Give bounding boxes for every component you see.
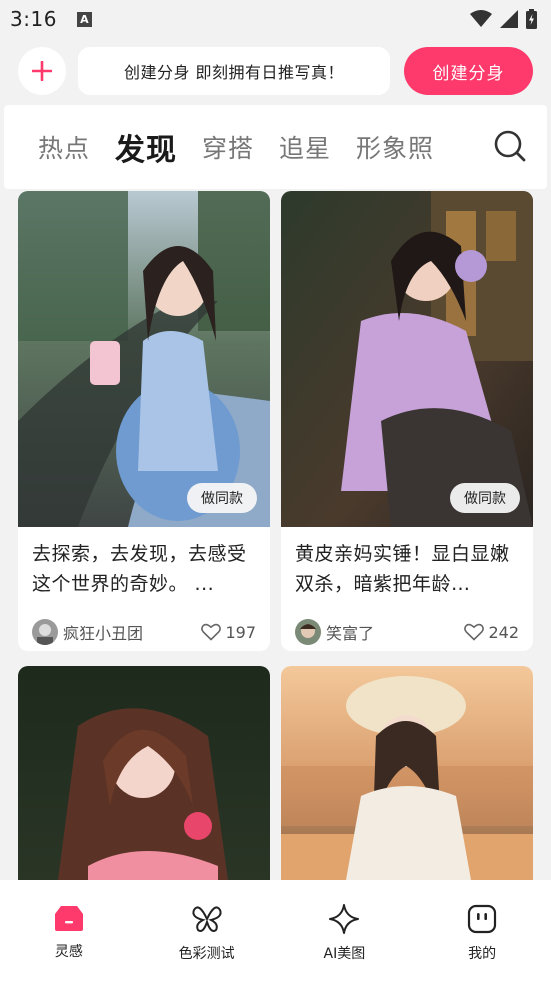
tab-outfit[interactable]: 穿搭: [202, 129, 254, 165]
tab-portrait[interactable]: 形象照: [356, 129, 434, 165]
like-button[interactable]: 197: [201, 623, 256, 642]
search-button[interactable]: [493, 129, 527, 167]
bottom-navigation: 灵感 色彩测试 AI美图 我的: [0, 880, 551, 981]
wifi-icon: [470, 10, 492, 27]
plus-icon: [32, 61, 52, 81]
post-title: 黄皮亲妈实锤！显白显嫩双杀，暗紫把年龄…: [295, 543, 510, 595]
author-name[interactable]: 笑富了: [326, 620, 374, 644]
post-photo[interactable]: 做同款: [18, 191, 270, 527]
post-photo[interactable]: [18, 666, 270, 880]
add-button[interactable]: [18, 47, 66, 95]
like-button[interactable]: 242: [464, 623, 519, 642]
tab-hot[interactable]: 热点: [38, 129, 90, 165]
nav-ai-beauty[interactable]: AI美图: [276, 880, 414, 981]
post-footer: 疯狂小丑团 197: [18, 603, 270, 651]
post-footer: 笑富了 242: [281, 603, 533, 651]
avatar[interactable]: [295, 619, 321, 645]
make-same-button[interactable]: 做同款: [450, 483, 520, 513]
tab-celebrity[interactable]: 追星: [279, 129, 331, 165]
nav-profile[interactable]: 我的: [413, 880, 551, 981]
post-photo[interactable]: [281, 666, 533, 880]
tab-discover[interactable]: 发现: [115, 125, 177, 169]
nav-label: 色彩测试: [178, 946, 235, 962]
status-icons: [470, 9, 537, 29]
author-name[interactable]: 疯狂小丑团: [63, 620, 143, 644]
make-same-button[interactable]: 做同款: [187, 483, 257, 513]
feed-card[interactable]: [281, 666, 533, 880]
profile-icon: [468, 904, 497, 934]
search-icon: [494, 130, 526, 162]
butterfly-icon: [192, 906, 222, 932]
nav-label: 我的: [468, 946, 497, 962]
like-count: 242: [488, 622, 519, 642]
notification-icon: A: [76, 11, 92, 27]
nav-label: AI美图: [323, 946, 366, 962]
create-avatar-button[interactable]: 创建分身: [404, 47, 533, 95]
nav-inspiration[interactable]: 灵感: [0, 880, 138, 981]
feed-card[interactable]: 做同款 黄皮亲妈实锤！显白显嫩双杀，暗紫把年龄… 笑富了 242: [281, 191, 533, 651]
category-tabs: 热点 发现 穿搭 追星 形象照: [4, 105, 547, 189]
heart-icon: [464, 623, 485, 641]
inspiration-icon: [54, 906, 83, 931]
nav-color-test[interactable]: 色彩测试: [138, 880, 276, 981]
nav-label: 灵感: [54, 944, 83, 960]
feed-card[interactable]: [18, 666, 270, 880]
promo-banner[interactable]: 创建分身 即刻拥有日推写真！: [78, 47, 390, 95]
battery-icon: [526, 9, 537, 29]
feed-card[interactable]: 做同款 去探索，去发现，去感受这个世界的奇妙。 ... 疯狂小丑团 197: [18, 191, 270, 651]
heart-icon: [201, 623, 222, 641]
sparkle-icon: [329, 904, 360, 934]
create-avatar-bar: 创建分身 即刻拥有日推写真！ 创建分身: [18, 47, 533, 95]
signal-icon: [500, 10, 518, 28]
status-time: 3:16: [10, 7, 57, 31]
like-count: 197: [225, 622, 256, 642]
post-title: 去探索，去发现，去感受这个世界的奇妙。 ...: [32, 543, 247, 595]
avatar[interactable]: [32, 619, 58, 645]
post-photo[interactable]: 做同款: [281, 191, 533, 527]
status-bar: 3:16 A: [0, 0, 551, 38]
